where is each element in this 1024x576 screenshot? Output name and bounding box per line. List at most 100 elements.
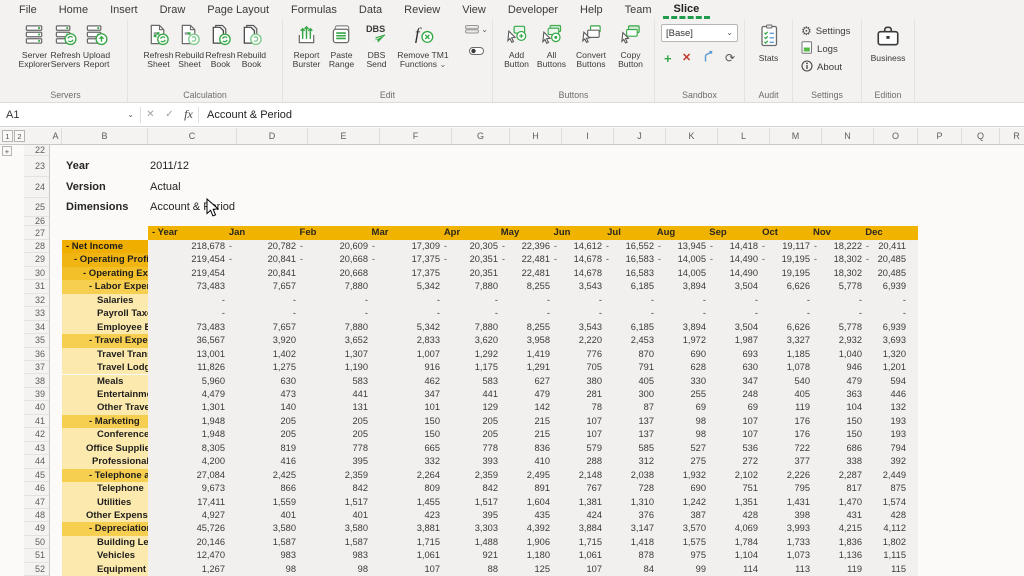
cell[interactable]: 1,190 — [308, 361, 368, 374]
cell[interactable]: 6,185 — [614, 280, 654, 293]
cell[interactable]: 3,147 — [614, 522, 654, 535]
cell[interactable]: - — [770, 294, 810, 307]
header-month-jul[interactable]: Jul — [588, 226, 640, 240]
row-label-cell[interactable]: - Net Income — [62, 240, 148, 253]
cell[interactable]: 1,291 — [510, 361, 550, 374]
cell[interactable]: 16,583 — [614, 253, 654, 266]
tab-file[interactable]: File — [8, 2, 48, 19]
cell[interactable]: 20,782 — [237, 240, 296, 253]
cell[interactable]: 312 — [614, 455, 654, 468]
row-label-cell[interactable]: - Marketing — [62, 415, 148, 428]
header-month-nov[interactable]: Nov — [796, 226, 848, 240]
cell[interactable]: 107 — [562, 563, 602, 576]
cell[interactable]: 288 — [562, 455, 602, 468]
cell[interactable]: 98 — [666, 428, 706, 441]
row-header-29[interactable]: 29 — [24, 253, 49, 266]
cell[interactable]: 20,841 — [237, 267, 296, 280]
cell[interactable]: 1,715 — [380, 536, 440, 549]
cell[interactable]: 4,069 — [718, 522, 758, 535]
cell[interactable]: 7,880 — [308, 321, 368, 334]
row-label-cell[interactable]: - Operating Expen — [62, 267, 148, 280]
cell[interactable]: 2,932 — [822, 334, 862, 347]
cell[interactable]: 22,481 — [510, 253, 550, 266]
toggle-mini-button[interactable] — [469, 42, 484, 60]
cell[interactable]: 3,693 — [874, 334, 906, 347]
cell[interactable]: 5,960 — [148, 375, 225, 388]
rebuild-sheet-button[interactable]: Rebuild Sheet — [174, 22, 205, 71]
row-header-40[interactable]: 40 — [24, 401, 49, 414]
cell[interactable]: 6,626 — [770, 321, 810, 334]
info-label-dimensions[interactable]: Dimensions — [66, 198, 152, 217]
cell[interactable]: 20,351 — [452, 267, 498, 280]
cell[interactable]: 1,275 — [237, 361, 296, 374]
cell[interactable]: 473 — [237, 388, 296, 401]
row-header-24[interactable]: 24 — [24, 177, 49, 198]
column-header-R[interactable]: R — [1000, 128, 1024, 144]
tab-developer[interactable]: Developer — [497, 2, 569, 19]
cell[interactable]: 585 — [614, 442, 654, 455]
cell[interactable]: 1,575 — [666, 536, 706, 549]
cell[interactable]: 8,305 — [148, 442, 225, 455]
sandbox-merge-icon[interactable] — [702, 49, 715, 68]
cell[interactable]: 3,993 — [770, 522, 810, 535]
cell[interactable]: 205 — [452, 415, 498, 428]
cell[interactable]: 98 — [237, 563, 296, 576]
cell[interactable]: 1,802 — [874, 536, 906, 549]
cell[interactable]: 150 — [380, 415, 440, 428]
column-header-L[interactable]: L — [718, 128, 770, 144]
cell[interactable]: 1,431 — [770, 496, 810, 509]
cell[interactable]: 975 — [666, 549, 706, 562]
cell[interactable]: 5,342 — [380, 321, 440, 334]
cell[interactable]: 20,485 — [874, 253, 906, 266]
cell[interactable]: 20,609 — [308, 240, 368, 253]
cell[interactable]: 215 — [510, 428, 550, 441]
header-month-sep[interactable]: Sep — [692, 226, 744, 240]
cell[interactable]: 416 — [237, 455, 296, 468]
cell[interactable]: 119 — [770, 401, 810, 414]
convert-buttons-button[interactable]: Convert Buttons — [571, 22, 611, 71]
cell[interactable]: 2,220 — [562, 334, 602, 347]
cell[interactable]: 479 — [822, 375, 862, 388]
cell[interactable]: 1,242 — [666, 496, 706, 509]
sandbox-create-icon[interactable]: + — [664, 52, 672, 65]
row-header-31[interactable]: 31 — [24, 280, 49, 293]
cell[interactable]: 22,396 — [510, 240, 550, 253]
cell[interactable]: 665 — [380, 442, 440, 455]
cell[interactable]: 817 — [822, 482, 862, 495]
cancel-entry-icon[interactable]: ✕ — [141, 109, 160, 120]
cell[interactable]: 1,267 — [148, 563, 225, 576]
row-header-34[interactable]: 34 — [24, 321, 49, 334]
cell[interactable]: 17,309 — [380, 240, 440, 253]
row-header-22[interactable]: 22 — [24, 145, 49, 156]
cell[interactable]: 1,136 — [822, 549, 862, 562]
cell[interactable]: 14,418 — [718, 240, 758, 253]
cell[interactable]: 14,005 — [666, 253, 706, 266]
cell[interactable]: 150 — [380, 428, 440, 441]
cell[interactable]: 4,112 — [874, 522, 906, 535]
cell[interactable]: 5,778 — [822, 280, 862, 293]
row-label-cell[interactable]: Vehicles — [62, 549, 148, 562]
cell[interactable]: 431 — [822, 509, 862, 522]
column-header-N[interactable]: N — [822, 128, 874, 144]
cell[interactable]: 627 — [510, 375, 550, 388]
cell[interactable]: 946 — [822, 361, 862, 374]
cell[interactable]: 113 — [770, 563, 810, 576]
row-label-cell[interactable]: Telephone — [62, 482, 148, 495]
cell[interactable]: 17,375 — [380, 267, 440, 280]
row-header-50[interactable]: 50 — [24, 536, 49, 549]
cell[interactable]: 3,958 — [510, 334, 550, 347]
column-header-H[interactable]: H — [510, 128, 562, 144]
cell[interactable]: 11,826 — [148, 361, 225, 374]
cell[interactable]: 693 — [718, 348, 758, 361]
column-header-B[interactable]: B — [62, 128, 148, 144]
cell[interactable]: 1,104 — [718, 549, 758, 562]
cell[interactable]: 4,200 — [148, 455, 225, 468]
cell[interactable]: 7,880 — [308, 280, 368, 293]
tab-team[interactable]: Team — [614, 2, 663, 19]
row-header-48[interactable]: 48 — [24, 509, 49, 522]
cell[interactable]: 14,612 — [562, 240, 602, 253]
cell[interactable]: 14,490 — [718, 267, 758, 280]
cell[interactable]: 87 — [614, 401, 654, 414]
row-header-37[interactable]: 37 — [24, 361, 49, 374]
cell[interactable]: 36,567 — [148, 334, 225, 347]
